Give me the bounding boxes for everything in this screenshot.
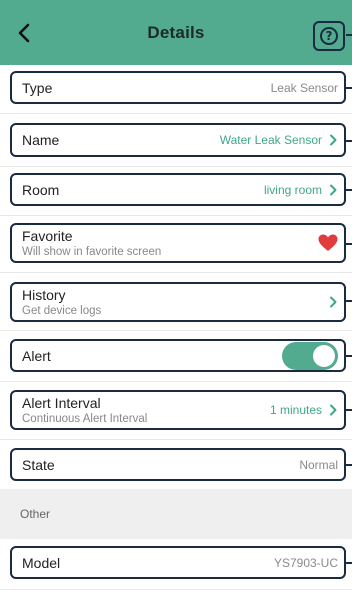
divider [0, 215, 352, 216]
state-value: Normal [299, 457, 338, 472]
alert-interval-sublabel: Continuous Alert Interval [22, 413, 148, 425]
divider [0, 272, 352, 273]
chevron-right-icon [330, 184, 337, 195]
edge-marker [346, 243, 352, 245]
state-label: State [22, 456, 55, 473]
divider [0, 113, 352, 114]
app-header: Details ? [0, 0, 352, 65]
name-label: Name [22, 132, 60, 148]
edge-marker [346, 34, 352, 36]
edge-marker [346, 300, 352, 302]
edge-marker [346, 409, 352, 411]
type-label: Type [22, 79, 53, 96]
room-label: Room [22, 181, 60, 198]
section-other-label: Other [20, 507, 51, 521]
help-button[interactable]: ? [313, 21, 345, 51]
back-button[interactable] [8, 16, 40, 50]
section-header-other: Other [0, 489, 352, 539]
room-value: living room [263, 182, 322, 197]
favorite-sublabel: Will show in favorite screen [22, 246, 162, 258]
edge-marker [346, 562, 352, 564]
toggle-knob [313, 344, 335, 367]
device-details-screen: Details ? Type Leak Sensor Name Water Le… [0, 0, 352, 610]
edge-marker [346, 189, 352, 191]
chevron-right-icon [330, 134, 337, 146]
chevron-right-icon [330, 296, 337, 308]
row-name[interactable]: Name Water Leak Sensor [10, 123, 346, 157]
divider [0, 439, 352, 440]
row-favorite[interactable]: Favorite Will show in favorite screen [10, 223, 346, 263]
type-value: Leak Sensor [270, 80, 338, 95]
alert-interval-value: 1 minutes [269, 403, 322, 417]
model-value: YS7903-UC [273, 555, 338, 570]
edge-marker [346, 355, 352, 357]
history-sublabel: Get device logs [22, 305, 102, 317]
model-label: Model [22, 554, 61, 571]
divider [0, 589, 352, 590]
divider [0, 166, 352, 167]
divider [0, 330, 352, 331]
question-circle-icon: ? [320, 27, 338, 45]
favorite-label: Favorite [22, 228, 73, 244]
alert-label: Alert [22, 347, 51, 364]
history-label: History [22, 287, 66, 303]
row-alert: Alert [10, 339, 346, 372]
alert-interval-label: Alert Interval [22, 395, 101, 411]
name-value: Water Leak Sensor [219, 133, 322, 147]
row-type: Type Leak Sensor [10, 71, 346, 104]
chevron-right-icon [330, 404, 337, 416]
alert-toggle[interactable] [282, 341, 338, 370]
row-room[interactable]: Room living room [10, 173, 346, 206]
edge-marker [346, 464, 352, 466]
row-model: Model YS7903-UC [10, 546, 346, 579]
row-alert-interval[interactable]: Alert Interval Continuous Alert Interval… [10, 390, 346, 430]
row-state: State Normal [10, 448, 346, 481]
chevron-left-icon [18, 23, 30, 43]
edge-marker [346, 87, 352, 89]
row-history[interactable]: History Get device logs [10, 282, 346, 322]
divider [0, 381, 352, 382]
edge-marker [346, 140, 352, 142]
heart-icon[interactable] [318, 234, 338, 252]
page-title: Details [147, 22, 205, 42]
